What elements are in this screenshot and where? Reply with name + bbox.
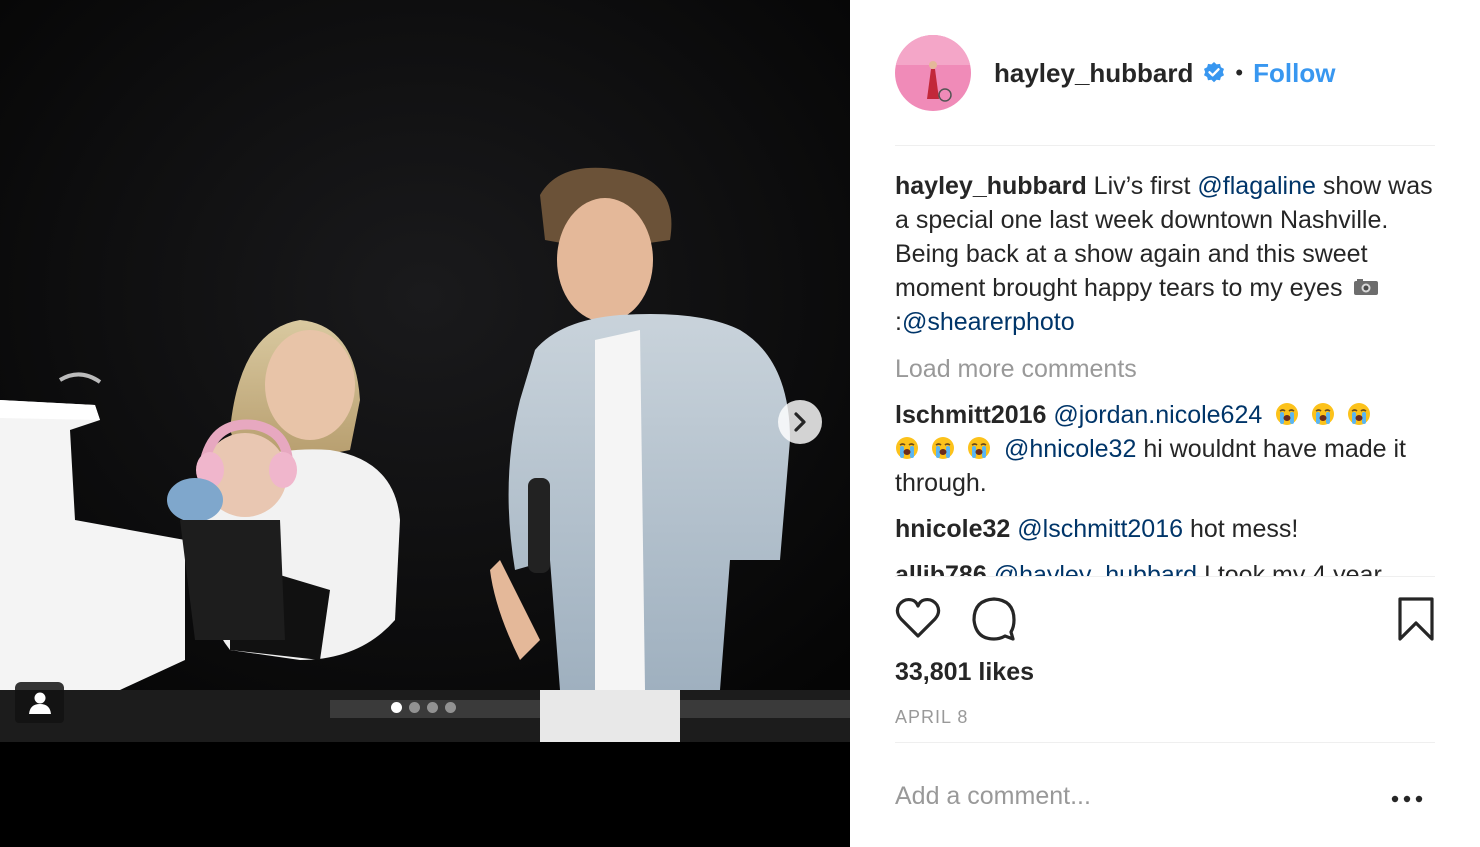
carousel-dot [445,702,456,713]
caption-username[interactable]: hayley_hubbard [895,172,1087,200]
save-button[interactable] [1397,596,1435,647]
bookmark-icon [1398,597,1434,641]
comment-mention[interactable]: @jordan.nicole624 [1053,401,1262,429]
carousel-next-button[interactable] [778,400,822,444]
loudly-crying-face-emoji [968,437,990,459]
caption-text: : [895,308,902,336]
post-photo [0,0,850,742]
more-options-button[interactable] [1390,792,1426,804]
comment-mention[interactable]: @hnicole32 [1004,435,1136,463]
like-button[interactable] [895,596,941,645]
comments-list: hayley_hubbard Liv’s first @flagaline sh… [895,168,1435,576]
heart-icon [895,597,941,638]
comment-username[interactable]: hnicole32 [895,515,1010,543]
avatar[interactable] [895,35,971,111]
comment-mention[interactable]: @lschmitt2016 [1017,515,1183,543]
carousel-dot [391,702,402,713]
loudly-crying-face-emoji [932,437,954,459]
carousel-dot [427,702,438,713]
comment-item: hnicole32 @lschmitt2016 hot mess! [895,512,1435,546]
separator-bullet: • [1235,60,1244,85]
header-divider [895,145,1435,146]
footer-divider [895,742,1435,743]
loudly-crying-face-emoji [1348,403,1371,425]
loudly-crying-face-emoji [896,437,918,459]
media-letterbox [0,742,850,847]
loudly-crying-face-emoji [1312,403,1335,425]
loudly-crying-face-emoji [1276,403,1299,425]
carousel-dot [409,702,420,713]
user-tag-icon [28,692,51,714]
comment-username[interactable]: allib786 [895,561,987,576]
likes-count[interactable]: 33,801 likes [895,658,1034,687]
load-more-comments-button[interactable]: Load more comments [895,352,1435,386]
post-media [0,0,850,847]
comment-button[interactable] [971,596,1017,647]
comment-icon [972,597,1016,641]
caption-mention[interactable]: @shearerphoto [902,308,1075,336]
post-author-username[interactable]: hayley_hubbard [994,58,1193,89]
comment-mention[interactable]: @hayley_hubbard [994,561,1197,576]
comment-item: lschmitt2016 @jordan.nicole624 @hnicole3… [895,398,1435,500]
comment-username[interactable]: lschmitt2016 [895,401,1046,429]
more-options-icon [1391,795,1423,803]
comment-text: I took my 4 year [1196,561,1382,576]
chevron-right-icon [794,412,806,432]
follow-button[interactable]: Follow [1253,58,1335,89]
tagged-users-button[interactable] [15,682,64,723]
comment-item: allib786 @hayley_hubbard I took my 4 yea… [895,558,1435,576]
caption-mention[interactable]: @flagaline [1197,172,1316,200]
caption-text: Liv’s first [1086,172,1198,200]
carousel-indicator [391,702,456,713]
add-comment-input[interactable] [895,776,1375,816]
post-details-panel: hayley_hubbard • Follow hayley_hubbard L… [850,0,1480,847]
post-date: APRIL 8 [895,707,969,727]
verified-badge-icon [1202,61,1226,85]
camera-emoji [1354,279,1379,295]
comment-text: hot mess! [1183,515,1299,543]
post-header: hayley_hubbard • Follow [895,30,1435,116]
post-actions [895,596,1435,644]
post-caption: hayley_hubbard Liv’s first @flagaline sh… [895,169,1435,339]
comments-divider [895,576,1435,577]
